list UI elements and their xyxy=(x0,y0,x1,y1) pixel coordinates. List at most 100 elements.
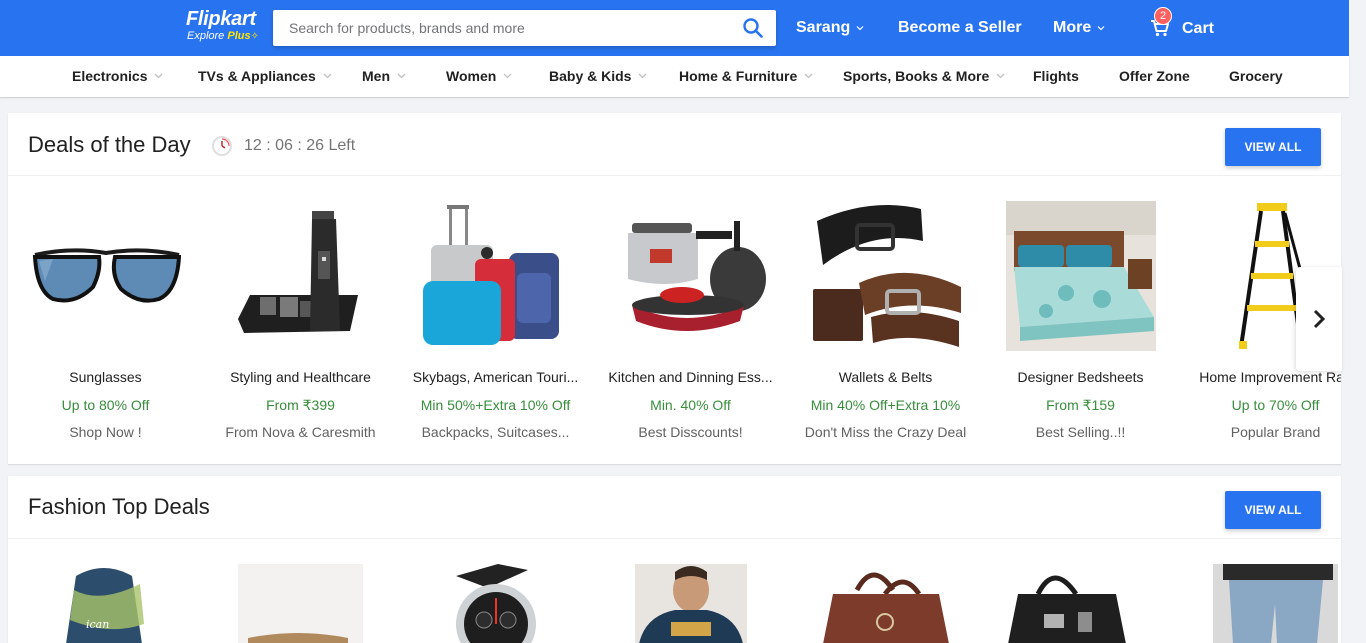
category-men[interactable]: Men xyxy=(362,68,406,84)
more-label: More xyxy=(1053,19,1092,36)
shoe-image[interactable] xyxy=(238,564,363,643)
deal-name: Skybags, American Touri... xyxy=(412,369,579,385)
luggage-image xyxy=(421,201,571,351)
chevron-down-icon xyxy=(639,73,647,79)
chevron-down-icon xyxy=(856,26,864,31)
category-label: Electronics xyxy=(72,68,148,84)
category-label: Sports, Books & More xyxy=(843,68,990,84)
deal-offer: Min. 40% Off xyxy=(650,397,731,413)
category-grocery[interactable]: Grocery xyxy=(1229,68,1283,84)
chevron-down-icon xyxy=(155,73,163,79)
bedsheet-image xyxy=(1005,201,1156,351)
chevron-down-icon xyxy=(323,73,332,79)
belts-image xyxy=(811,201,961,351)
watch-image[interactable] xyxy=(428,564,558,643)
become-seller-label: Become a Seller xyxy=(898,19,1022,36)
logo-tagline: Explore Plus✧ xyxy=(187,29,266,44)
deal-card[interactable]: Styling and Healthcare From ₹399 From No… xyxy=(203,201,398,441)
user-menu[interactable]: Sarang xyxy=(796,18,864,38)
view-all-button[interactable]: VIEW ALL xyxy=(1225,491,1321,529)
category-label: Women xyxy=(446,68,497,84)
search-input[interactable] xyxy=(273,10,723,46)
category-label: Grocery xyxy=(1229,68,1283,84)
category-label: Home & Furniture xyxy=(679,68,798,84)
become-seller-link[interactable]: Become a Seller xyxy=(898,18,1022,38)
logo-tagline-plus: Plus xyxy=(227,30,251,42)
chevron-down-icon xyxy=(804,73,813,79)
clock-icon xyxy=(212,136,232,156)
category-tvs-appliances[interactable]: TVs & Appliances xyxy=(198,68,332,84)
deal-card[interactable]: Wallets & Belts Min 40% Off+Extra 10% Do… xyxy=(788,201,983,441)
category-nav: Electronics TVs & Appliances Men Women B… xyxy=(0,56,1349,97)
category-women[interactable]: Women xyxy=(446,68,512,84)
tshirt-image[interactable] xyxy=(635,564,747,643)
category-electronics[interactable]: Electronics xyxy=(72,68,163,84)
handbag-black-image[interactable] xyxy=(998,564,1143,643)
trimmer-image xyxy=(226,201,376,351)
deal-name: Designer Bedsheets xyxy=(1017,369,1144,385)
category-home-furniture[interactable]: Home & Furniture xyxy=(679,68,813,84)
category-label: Offer Zone xyxy=(1119,68,1190,84)
deal-subtitle: Don't Miss the Crazy Deal xyxy=(804,424,967,440)
backpack-image[interactable]: ican xyxy=(60,564,150,643)
deal-card[interactable]: Kitchen and Dinning Ess... Min. 40% Off … xyxy=(593,201,788,441)
deal-subtitle: From Nova & Caresmith xyxy=(225,424,376,440)
deal-offer: From ₹399 xyxy=(266,397,335,413)
cart-count-badge: 2 xyxy=(1154,7,1172,25)
cart-label: Cart xyxy=(1182,20,1215,37)
view-all-button[interactable]: VIEW ALL xyxy=(1225,128,1321,166)
carousel-next-button[interactable] xyxy=(1296,267,1342,371)
logo-tagline-explore: Explore xyxy=(187,30,225,42)
chevron-down-icon xyxy=(397,73,406,79)
chevron-right-icon xyxy=(1313,309,1326,329)
deal-offer: Min 40% Off+Extra 10% xyxy=(810,397,961,413)
deals-of-the-day-section: Deals of the Day 12 : 06 : 26 Left VIEW … xyxy=(8,113,1341,464)
handbag-brown-image[interactable] xyxy=(813,564,958,643)
deal-name: Kitchen and Dinning Ess... xyxy=(608,369,773,385)
section-title: Fashion Top Deals xyxy=(28,494,210,519)
category-label: TVs & Appliances xyxy=(198,68,316,84)
timer-text: 12 : 06 : 26 Left xyxy=(244,137,356,154)
section-title: Deals of the Day xyxy=(28,132,191,157)
deal-timer: 12 : 06 : 26 Left xyxy=(211,135,355,157)
category-offer-zone[interactable]: Offer Zone xyxy=(1119,68,1190,84)
user-name: Sarang xyxy=(796,19,851,36)
deal-subtitle: Best Selling..!! xyxy=(1035,424,1126,440)
category-baby-kids[interactable]: Baby & Kids xyxy=(549,68,647,84)
more-menu[interactable]: More xyxy=(1053,18,1105,38)
deal-name: Sunglasses xyxy=(69,369,142,385)
deal-name: Styling and Healthcare xyxy=(230,369,371,385)
deal-offer: Min 50%+Extra 10% Off xyxy=(420,397,571,413)
deal-offer: From ₹159 xyxy=(1046,397,1115,413)
logo-text: Flipkart xyxy=(186,8,256,30)
deal-card[interactable]: Designer Bedsheets From ₹159 Best Sellin… xyxy=(983,201,1178,441)
chevron-down-icon xyxy=(996,73,1005,79)
deal-offer: Up to 80% Off xyxy=(61,397,150,413)
jeans-image[interactable] xyxy=(1213,564,1338,643)
deal-card[interactable]: Sunglasses Up to 80% Off Shop Now ! xyxy=(8,201,203,441)
deal-card[interactable]: Skybags, American Touri... Min 50%+Extra… xyxy=(398,201,593,441)
top-header: Flipkart Explore Plus✧ Sarang Become a S… xyxy=(0,0,1349,56)
search-icon[interactable] xyxy=(742,17,766,41)
category-label: Baby & Kids xyxy=(549,68,632,84)
deal-subtitle: Shop Now ! xyxy=(69,424,142,440)
chevron-down-icon xyxy=(503,73,512,79)
fashion-top-deals-section: Fashion Top Deals VIEW ALL ican xyxy=(8,476,1341,643)
svg-text:ican: ican xyxy=(86,618,109,631)
flipkart-logo[interactable]: Flipkart Explore Plus✧ xyxy=(186,9,266,45)
search-bar xyxy=(273,10,776,46)
chevron-down-icon xyxy=(1097,26,1105,31)
category-flights[interactable]: Flights xyxy=(1033,68,1079,84)
deal-subtitle: Best Disscounts! xyxy=(638,424,743,440)
deal-name: Wallets & Belts xyxy=(838,369,933,385)
deal-subtitle: Popular Brand xyxy=(1230,424,1321,440)
section-header: Fashion Top Deals VIEW ALL xyxy=(8,476,1341,539)
cart-icon: 2 xyxy=(1150,7,1172,40)
category-label: Men xyxy=(362,68,390,84)
deal-offer: Up to 70% Off xyxy=(1231,397,1320,413)
category-label: Flights xyxy=(1033,68,1079,84)
cart-link[interactable]: 2 Cart xyxy=(1150,7,1215,40)
plus-icon: ✧ xyxy=(250,31,259,42)
section-header: Deals of the Day 12 : 06 : 26 Left VIEW … xyxy=(8,113,1341,176)
category-sports-books[interactable]: Sports, Books & More xyxy=(843,68,1005,84)
